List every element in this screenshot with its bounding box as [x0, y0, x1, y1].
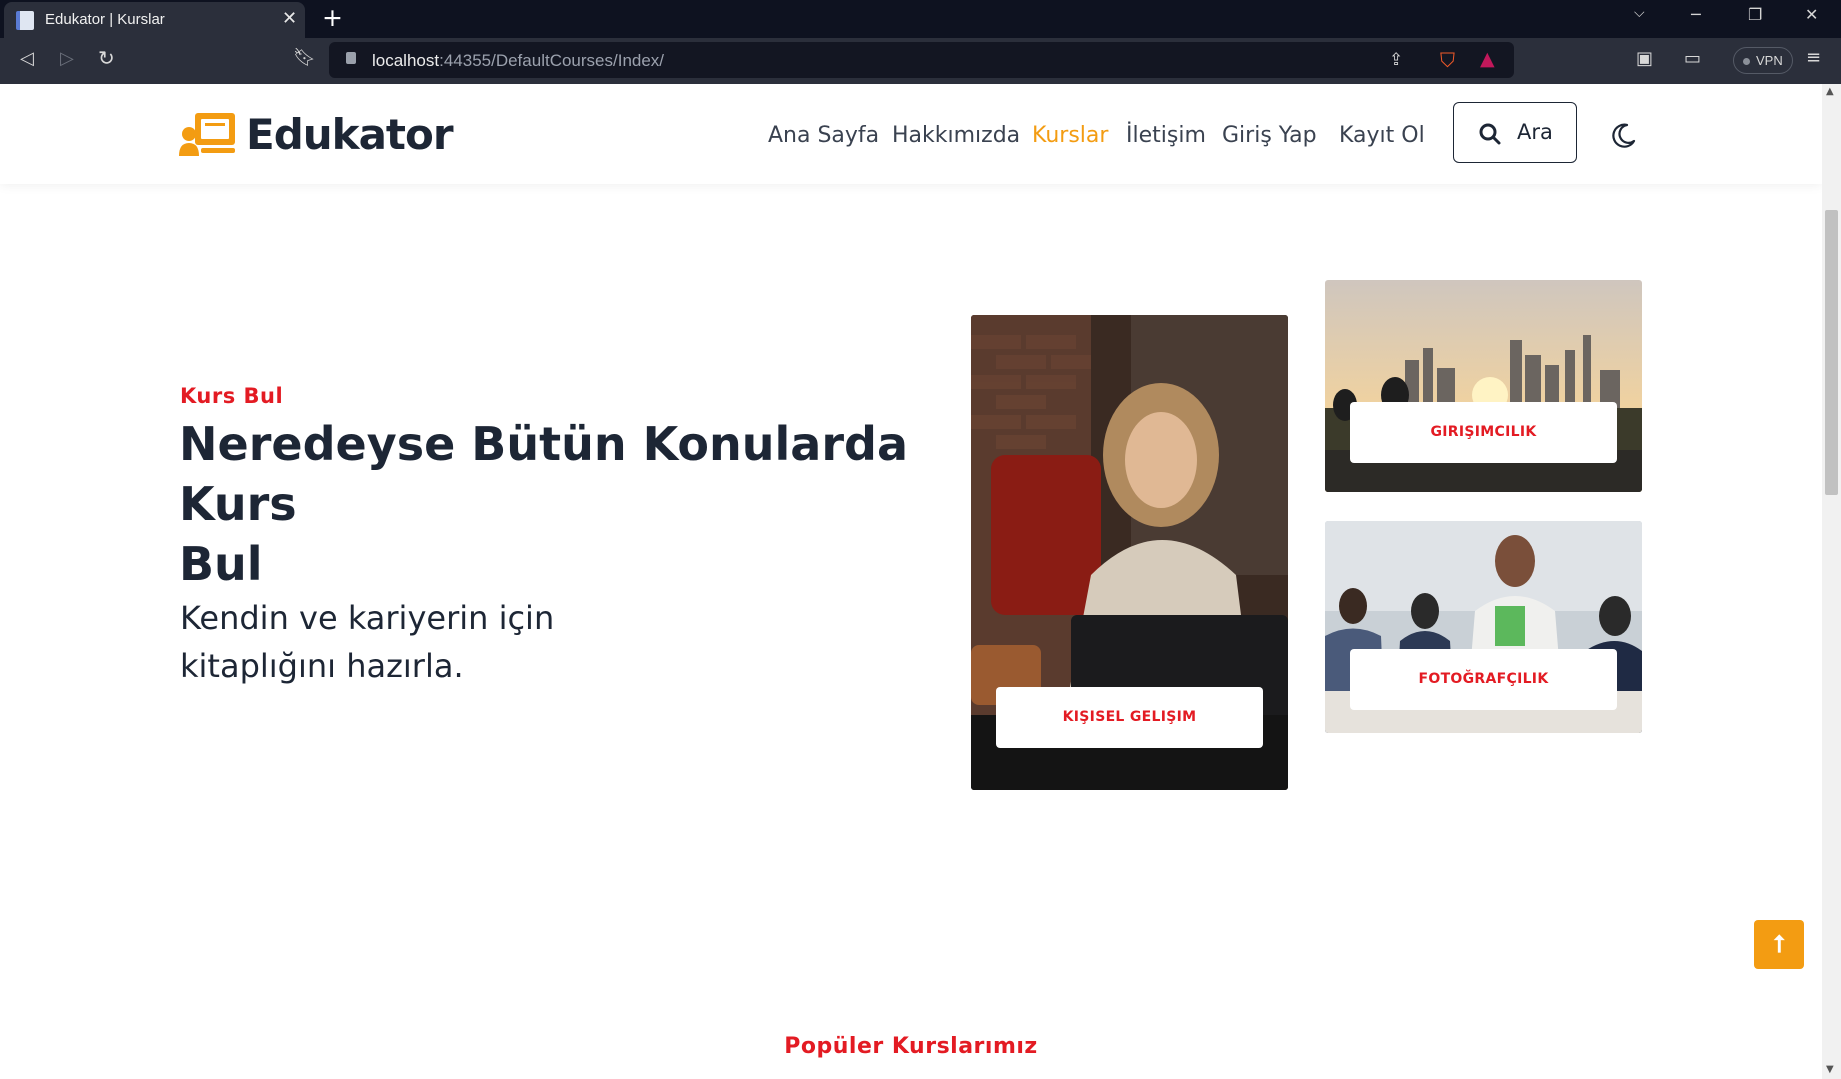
popular-courses-subtitle: Popüler Kurslarımız — [784, 1034, 1038, 1059]
address-bar[interactable]: localhost:44355/DefaultCourses/Index/ ⇪ … — [329, 42, 1514, 78]
nav-home[interactable]: Ana Sayfa — [768, 123, 879, 148]
search-button[interactable]: Ara — [1453, 102, 1577, 163]
back-icon[interactable]: ◁ — [20, 48, 34, 69]
browser-toolbar: ◁ ▷ ↻ 🔖︎ localhost:44355/DefaultCourses/… — [0, 38, 1841, 84]
site-header: Edukator Ana Sayfa Hakkımızda Kurslar İl… — [0, 84, 1822, 184]
nav-about[interactable]: Hakkımızda — [892, 123, 1020, 148]
hero-title: Neredeyse Bütün Konularda Kurs Bul — [179, 417, 908, 591]
search-label: Ara — [1517, 120, 1553, 144]
page-favicon-icon — [16, 11, 34, 30]
forward-icon[interactable]: ▷ — [60, 48, 74, 69]
wallet-icon[interactable]: ▭ — [1684, 48, 1701, 69]
share-icon[interactable]: ⇪ — [1389, 50, 1403, 70]
page-viewport: Edukator Ana Sayfa Hakkımızda Kurslar İl… — [0, 84, 1822, 1079]
category-label[interactable]: KIŞISEL GELIŞIM — [996, 687, 1263, 748]
vpn-button[interactable]: VPN — [1733, 47, 1793, 74]
brave-rewards-icon[interactable]: ▲ — [1480, 48, 1495, 70]
popular-courses-title-clipped — [808, 1073, 1032, 1079]
browser-tab[interactable]: Edukator | Kurslar ✕ — [4, 2, 305, 38]
close-tab-icon[interactable]: ✕ — [282, 8, 297, 29]
hero-description: Kendin ve kariyerin için kitaplığını haz… — [180, 599, 555, 685]
logo-text[interactable]: Edukator — [246, 110, 454, 159]
tab-title: Edukator | Kurslar — [45, 11, 165, 28]
scroll-down-icon[interactable]: ▼ — [1826, 1064, 1834, 1075]
category-label[interactable]: GIRIŞIMCILIK — [1350, 402, 1617, 463]
category-card-entrepreneurship[interactable]: GIRIŞIMCILIK — [1325, 280, 1642, 492]
moon-icon[interactable] — [1609, 122, 1637, 150]
nav-contact[interactable]: İletişim — [1126, 123, 1206, 148]
url-text: localhost:44355/DefaultCourses/Index/ — [372, 51, 665, 70]
bookmark-icon[interactable]: 🔖︎ — [293, 47, 316, 68]
tab-list-chevron-icon[interactable]: ⌵ — [1634, 5, 1645, 21]
search-icon — [1479, 123, 1501, 145]
scroll-thumb[interactable] — [1825, 210, 1838, 495]
brave-shield-icon[interactable]: ⛉ — [1440, 48, 1455, 72]
restore-icon[interactable]: ❐ — [1748, 5, 1762, 24]
lock-icon — [346, 52, 356, 64]
category-card-photography[interactable]: FOTOĞRAFÇILIK — [1325, 521, 1642, 733]
logo-icon[interactable] — [179, 113, 235, 156]
arrow-up-icon: ⭡ — [1773, 930, 1785, 958]
nav-register[interactable]: Kayıt Ol — [1339, 123, 1425, 148]
category-label[interactable]: FOTOĞRAFÇILIK — [1350, 649, 1617, 710]
menu-icon[interactable]: ≡ — [1806, 47, 1821, 68]
category-card-personal-development[interactable]: KIŞISEL GELIŞIM — [971, 315, 1288, 790]
browser-tabbar: Edukator | Kurslar ✕ + ⌵ ─ ❐ ✕ — [0, 0, 1841, 38]
scroll-to-top-button[interactable]: ⭡ — [1754, 920, 1804, 969]
sidebar-icon[interactable]: ▣ — [1636, 48, 1653, 69]
reload-icon[interactable]: ↻ — [98, 46, 115, 70]
scroll-up-icon[interactable]: ▲ — [1826, 86, 1834, 97]
nav-courses[interactable]: Kurslar — [1032, 123, 1108, 148]
new-tab-icon[interactable]: + — [322, 3, 343, 32]
page-scrollbar[interactable]: ▲ ▼ — [1822, 84, 1841, 1079]
hero-subtitle: Kurs Bul — [180, 384, 284, 408]
minimize-icon[interactable]: ─ — [1691, 5, 1701, 24]
close-window-icon[interactable]: ✕ — [1805, 5, 1818, 24]
nav-login[interactable]: Giriş Yap — [1222, 123, 1317, 148]
